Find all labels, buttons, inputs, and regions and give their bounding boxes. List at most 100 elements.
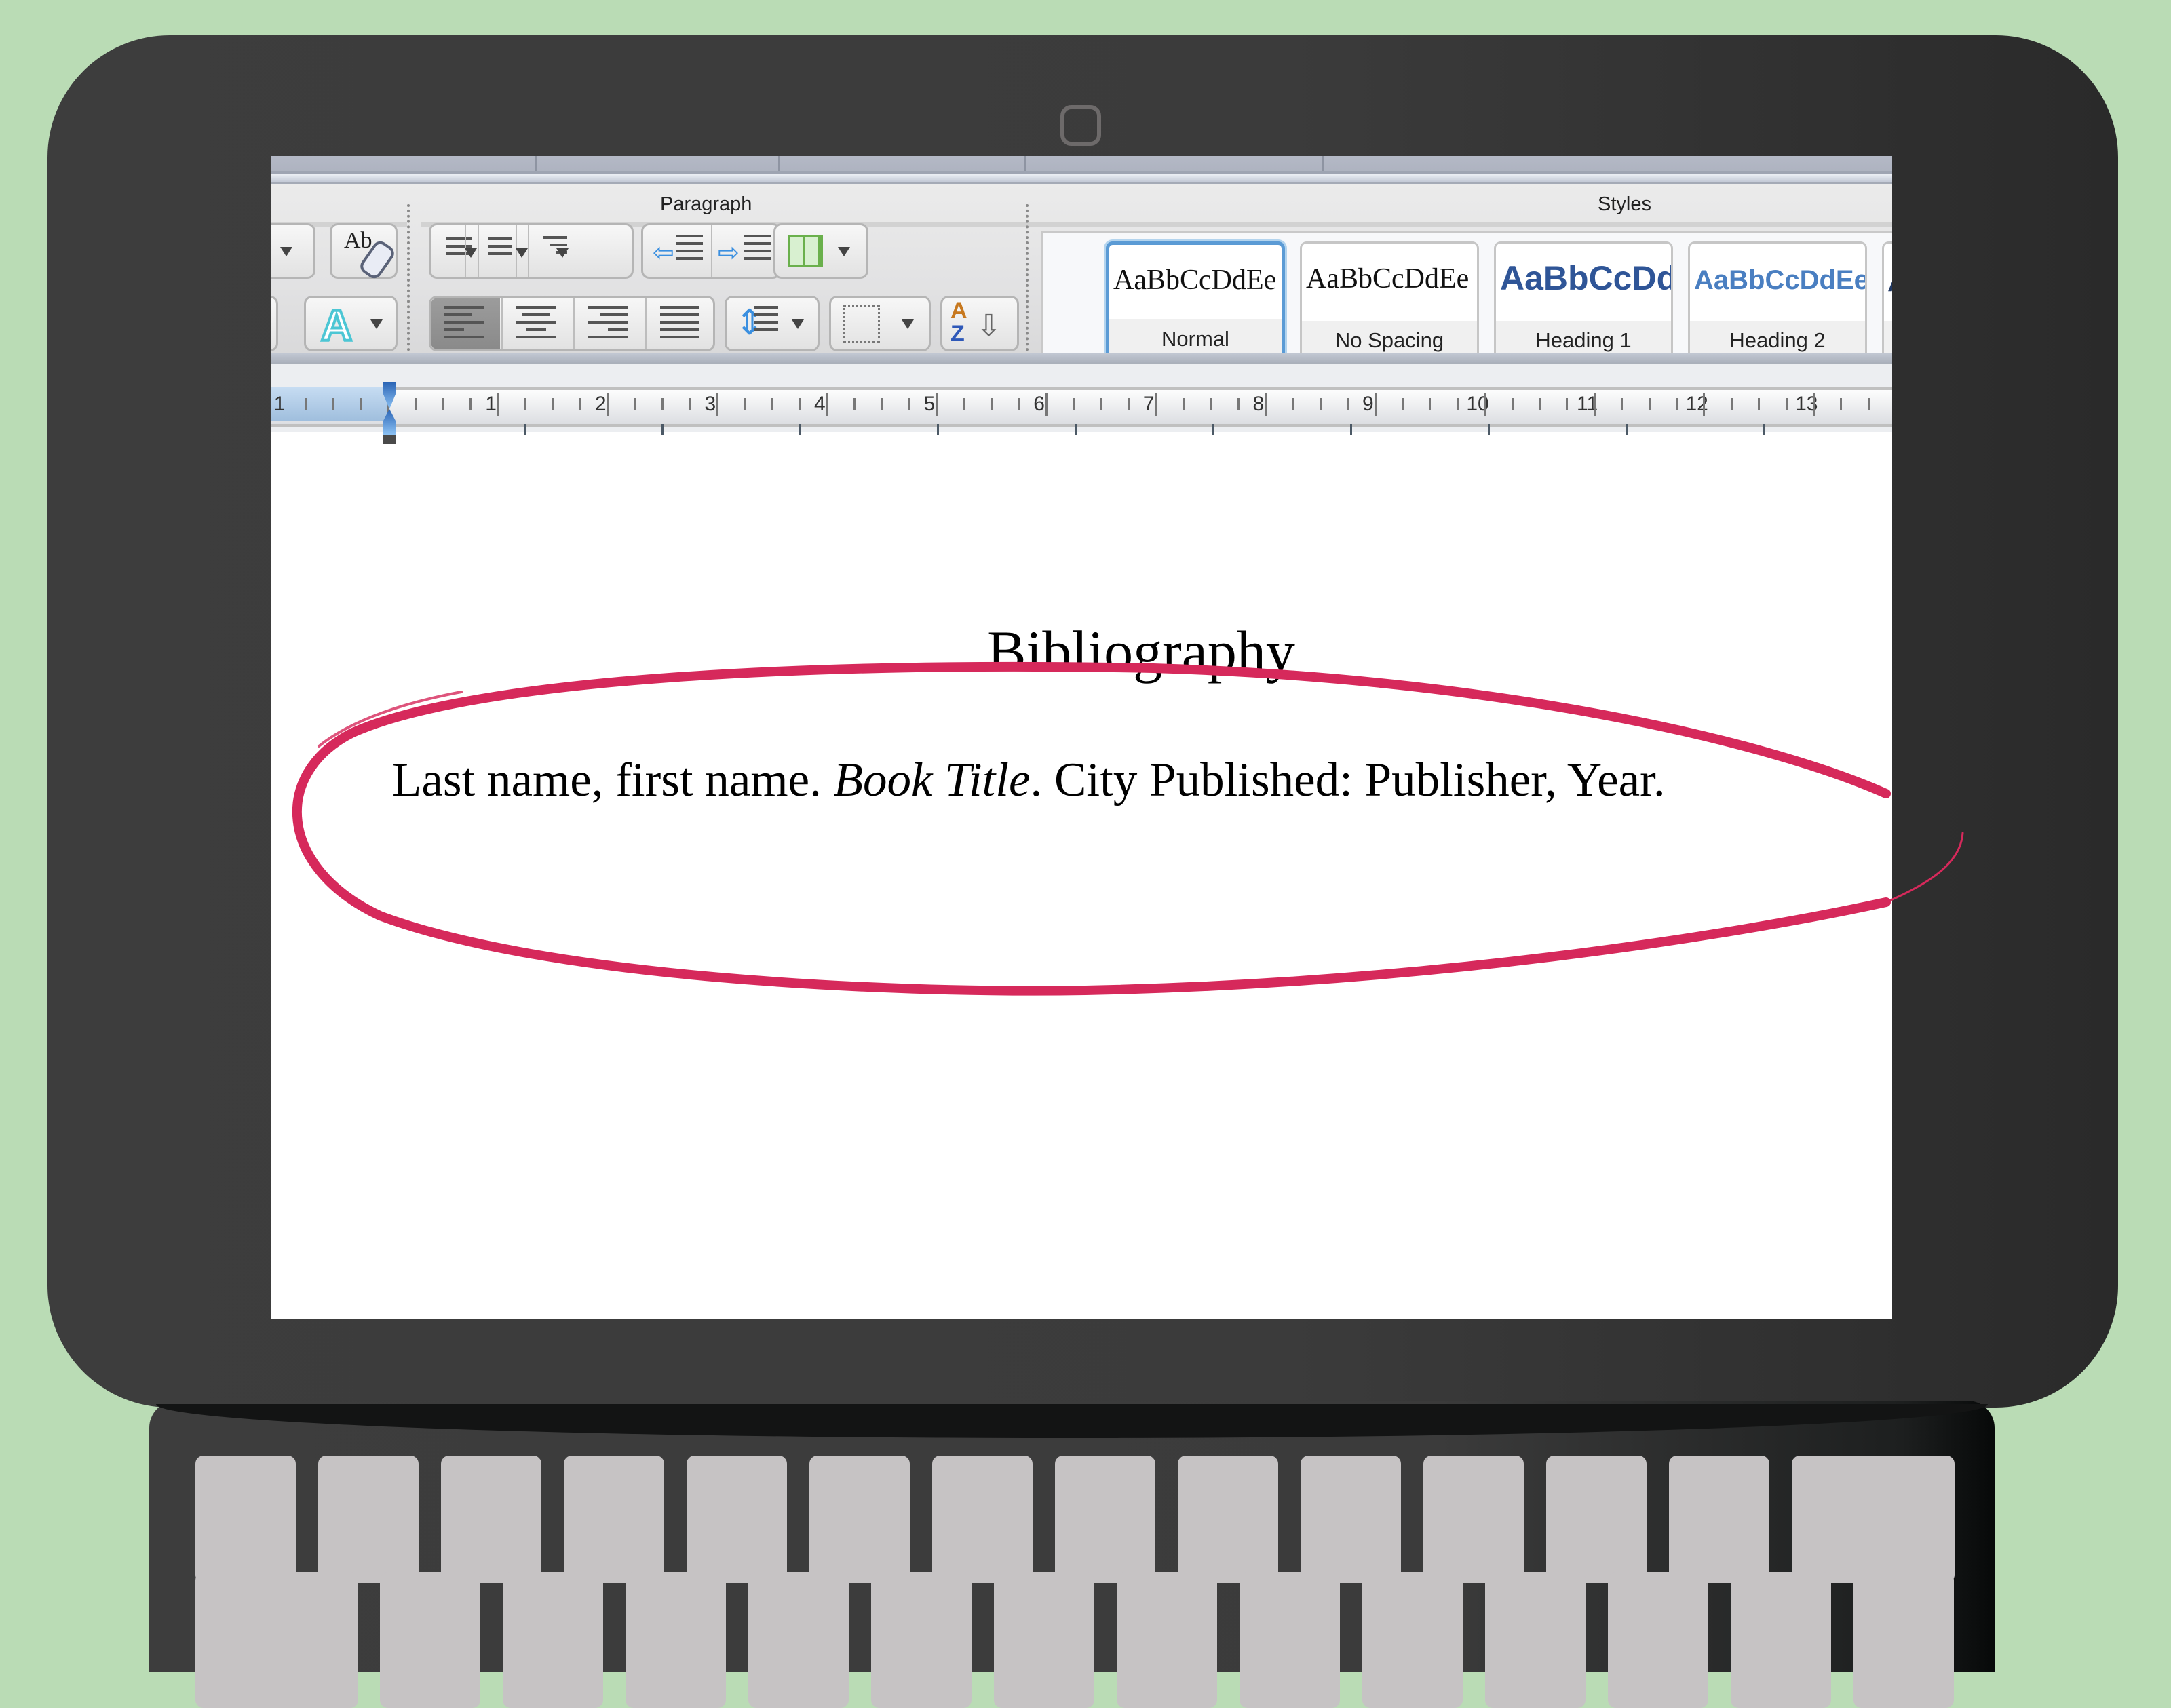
ruler-tick — [607, 393, 609, 416]
ruler-tick — [497, 393, 499, 416]
style-sample: AaBbCcDdEe — [1113, 265, 1277, 296]
keyboard-key — [1423, 1456, 1524, 1583]
numbering-dropdown[interactable] — [516, 225, 528, 277]
style-heading-1[interactable]: AaBbCcDd Heading 1 — [1494, 241, 1673, 362]
ruler-tick — [1703, 393, 1706, 416]
keyboard-key — [1301, 1456, 1401, 1583]
keyboard-key — [318, 1456, 419, 1583]
ruler-tick — [1758, 398, 1761, 410]
align-right-button[interactable] — [575, 298, 644, 349]
ruler-tick — [1867, 398, 1870, 410]
ruler[interactable]: 1 1 2 3 4 5 6 7 8 9 10 11 12 13 — [271, 364, 1892, 444]
increase-indent-button[interactable]: ⇨ — [712, 225, 780, 277]
ruler-tick — [1648, 398, 1651, 410]
styles-group-label: Styles — [1598, 193, 1651, 215]
style-normal[interactable]: AaBbCcDdEe Normal — [1106, 241, 1285, 362]
ruler-tick — [1840, 398, 1843, 410]
align-right-icon — [588, 306, 628, 343]
ruler-tick — [716, 393, 718, 416]
borders-icon — [843, 305, 880, 343]
keyboard-key — [380, 1572, 480, 1708]
columns-button[interactable] — [773, 223, 868, 279]
ruler-tick — [1813, 393, 1815, 416]
style-no-spacing[interactable]: AaBbCcDdEe No Spacing — [1300, 241, 1479, 362]
indent-buttons: ⇦ ⇨ — [641, 223, 781, 279]
style-title-partial[interactable]: A — [1882, 241, 1892, 362]
group-separator — [1026, 204, 1029, 367]
keyboard-key — [994, 1572, 1094, 1708]
styles-gallery: AaBbCcDdEe Normal AaBbCcDdEe No Spacing … — [1041, 231, 1892, 367]
keyboard-key — [1178, 1456, 1278, 1583]
bullets-button[interactable] — [431, 225, 472, 277]
ruler-tick — [469, 398, 472, 410]
ruler-tick — [360, 398, 362, 410]
document-heading: Bibliography — [987, 619, 1295, 684]
ruler-number: 2 — [594, 393, 607, 415]
ruler-tick — [305, 398, 307, 410]
keyboard-key — [195, 1456, 296, 1583]
multilevel-list-button[interactable] — [529, 225, 631, 277]
align-center-button[interactable] — [503, 298, 572, 349]
clear-formatting-button[interactable]: Ab — [330, 223, 398, 282]
ruler-number: 5 — [923, 393, 936, 415]
keyboard-key — [932, 1456, 1033, 1583]
justify-button[interactable] — [647, 298, 714, 349]
ruler-tick — [1730, 398, 1733, 410]
bullets-dropdown[interactable] — [465, 225, 477, 277]
chevron-down-icon — [280, 247, 292, 256]
default-tab-stop — [799, 424, 801, 435]
keyboard-key — [1117, 1572, 1217, 1708]
keyboard-key — [687, 1456, 787, 1583]
style-sample: AaBbCcDd — [1500, 259, 1673, 297]
sort-z-icon: Z — [950, 321, 965, 347]
styles-group-header — [1045, 222, 1892, 227]
ruler-number: 1 — [273, 393, 286, 415]
borders-button[interactable] — [829, 296, 931, 351]
bibliography-entry: Last name, first name. Book Title. City … — [392, 753, 1666, 808]
style-heading-2[interactable]: AaBbCcDdEe Heading 2 — [1688, 241, 1867, 362]
decrease-indent-button[interactable]: ⇦ — [643, 225, 711, 277]
keyboard-key — [1485, 1572, 1586, 1708]
entry-author: Last name, first name. — [392, 754, 834, 807]
font-size-dropdown[interactable] — [271, 223, 315, 279]
ruler-tick — [1128, 398, 1130, 410]
align-left-button[interactable] — [431, 298, 500, 349]
keyboard-key — [1792, 1456, 1955, 1583]
ruler-tick — [1100, 398, 1102, 410]
ruler-tick — [1265, 393, 1267, 416]
keyboard-key — [626, 1572, 726, 1708]
left-indent-marker[interactable] — [383, 435, 396, 444]
ruler-tick — [1785, 398, 1788, 410]
camera-icon — [1060, 105, 1101, 146]
align-left-icon — [444, 306, 484, 343]
ruler-tick — [524, 398, 527, 410]
default-tab-stop — [1212, 424, 1214, 435]
paragraph-group-label: Paragraph — [660, 193, 752, 215]
screen: Paragraph Styles Ab A ⇦ ⇨ ⇕ A Z ⇩ AaBbCc… — [271, 156, 1892, 1319]
ruler-tick — [1073, 398, 1075, 410]
ruler-tick — [963, 398, 965, 410]
font-color-partial-button[interactable] — [271, 296, 278, 351]
line-spacing-button[interactable]: ⇕ — [725, 296, 820, 351]
ruler-number: 7 — [1142, 393, 1155, 415]
ruler-tick — [908, 398, 910, 410]
ruler-tick — [1045, 393, 1048, 416]
ruler-tick — [1155, 393, 1157, 416]
text-effects-button[interactable]: A — [304, 296, 398, 351]
chevron-down-icon — [902, 319, 914, 329]
group-separator — [407, 204, 410, 367]
ruler-tick — [552, 398, 554, 410]
chevron-down-icon — [370, 319, 383, 329]
columns-icon — [788, 235, 823, 267]
ruler-tick — [1511, 398, 1514, 410]
chevron-down-icon — [838, 247, 850, 256]
ruler-tick — [771, 398, 773, 410]
ruler-tick — [1621, 398, 1624, 410]
ruler-tick — [936, 393, 938, 416]
default-tab-stop — [1626, 424, 1628, 435]
numbering-button[interactable] — [479, 225, 516, 277]
ribbon-bottom-edge — [271, 353, 1892, 364]
sort-button[interactable]: A Z ⇩ — [940, 296, 1019, 351]
chevron-down-icon — [792, 319, 804, 329]
chevron-down-icon — [556, 248, 569, 258]
